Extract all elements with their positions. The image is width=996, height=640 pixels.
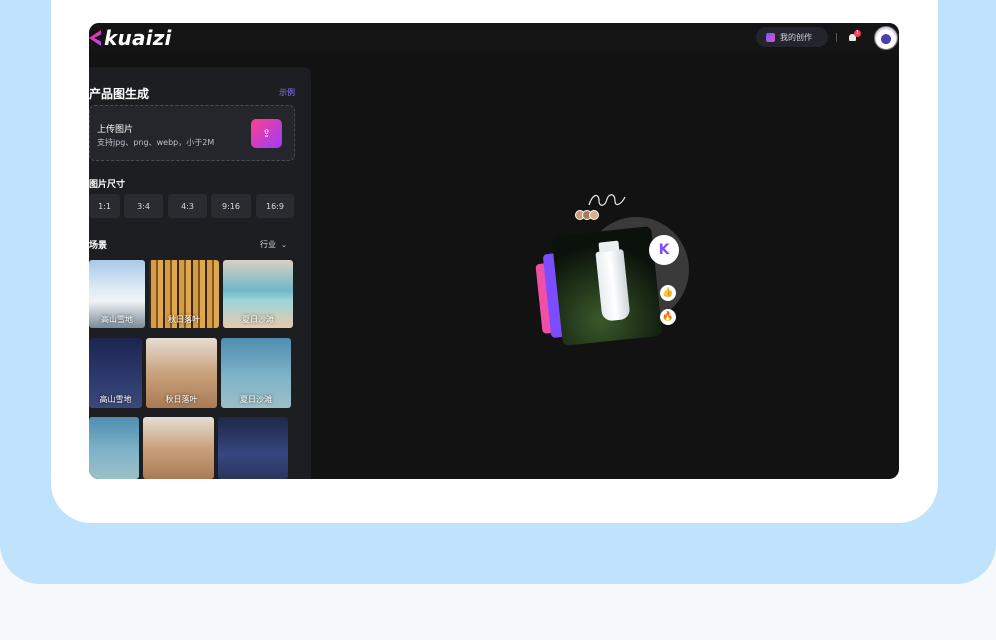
- scene-label: 高山雪地: [99, 395, 132, 404]
- top-bar: kuaizi 我的创作 1: [89, 23, 899, 53]
- kuaizi-logo-icon: [89, 30, 101, 46]
- scene-thumbnail[interactable]: [218, 417, 288, 479]
- size-section-title: 图片尺寸: [89, 180, 126, 190]
- industry-label: 行业: [260, 240, 276, 249]
- sidebar-panel: 产品图生成 示例 上传图片 支持jpg、png、webp，小于2M ⇪ 图片尺寸…: [89, 67, 311, 479]
- scene-thumbnail[interactable]: 高山雪地: [89, 338, 142, 408]
- empty-state-illustration: K 👍 🔥: [529, 191, 699, 351]
- cream-tube-icon: [595, 249, 631, 322]
- scene-label: 秋日落叶: [168, 315, 200, 324]
- upload-dropzone[interactable]: 上传图片 支持jpg、png、webp，小于2M ⇪: [89, 105, 295, 161]
- my-creations-label: 我的创作: [780, 32, 812, 42]
- panel-title: 产品图生成: [89, 87, 150, 101]
- user-avatar[interactable]: [874, 26, 898, 50]
- scene-thumbnail[interactable]: 夏日沙滩: [223, 260, 293, 328]
- divider: [836, 33, 837, 42]
- brand-logo[interactable]: kuaizi: [89, 26, 172, 50]
- scene-thumbnail[interactable]: [89, 417, 139, 479]
- ratio-option[interactable]: 16:9: [256, 194, 294, 218]
- kuaizi-badge-icon: K: [649, 235, 679, 265]
- user-faces-icon: [575, 210, 601, 220]
- upload-hint: 支持jpg、png、webp，小于2M: [97, 138, 215, 147]
- upload-button[interactable]: ⇪: [251, 119, 282, 148]
- ratio-option[interactable]: 1:1: [89, 194, 120, 218]
- my-creations-button[interactable]: 我的创作: [756, 27, 828, 47]
- example-link[interactable]: 示例: [279, 87, 295, 98]
- chevron-down-icon: ⌄: [281, 241, 287, 249]
- scene-section-title: 场景: [89, 241, 108, 251]
- brand-name: kuaizi: [104, 26, 172, 50]
- squiggle-decoration: [588, 194, 626, 206]
- product-photo: [551, 226, 663, 346]
- ratio-option[interactable]: 4:3: [168, 194, 207, 218]
- scene-label: 秋日落叶: [165, 395, 198, 404]
- creation-icon: [766, 32, 775, 42]
- scene-label: 夏日沙滩: [242, 315, 274, 324]
- ratio-option[interactable]: 9:16: [211, 194, 251, 218]
- thumbs-up-icon: 👍: [660, 285, 676, 301]
- scene-label: 高山雪地: [101, 315, 133, 324]
- scene-label: 夏日沙滩: [240, 395, 272, 404]
- upload-icon: ⇪: [261, 127, 272, 140]
- notification-button[interactable]: 1: [848, 30, 861, 43]
- notification-badge: 1: [854, 30, 861, 37]
- fire-icon: 🔥: [660, 309, 676, 325]
- scene-thumbnail[interactable]: 秋日落叶: [146, 338, 217, 408]
- app-window: kuaizi 我的创作 1 产品图生成 示例 上传图片 支持jpg、png、we…: [89, 23, 899, 479]
- scene-thumbnail[interactable]: 夏日沙滩: [221, 338, 291, 408]
- scene-thumbnail[interactable]: 高山雪地: [89, 260, 145, 328]
- scene-thumbnail[interactable]: 秋日落叶: [149, 260, 219, 328]
- ratio-option[interactable]: 3:4: [124, 194, 163, 218]
- industry-dropdown[interactable]: 行业 ⌄: [260, 239, 287, 250]
- upload-title: 上传图片: [97, 125, 134, 135]
- scene-thumbnail[interactable]: [143, 417, 214, 479]
